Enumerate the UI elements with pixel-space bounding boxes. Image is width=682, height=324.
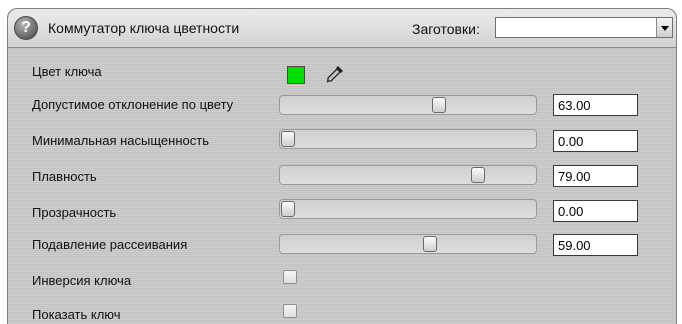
panel-title: Коммутатор ключа цветности	[48, 20, 240, 36]
slider-label-transparency: Прозрачность	[32, 205, 117, 220]
slider-color-tolerance[interactable]	[279, 95, 537, 115]
show-key-label: Показать ключ	[32, 307, 121, 322]
show-key-checkbox[interactable]	[283, 304, 297, 318]
chroma-key-panel: ? Коммутатор ключа цветности Заготовки: …	[7, 8, 677, 324]
slider-transparency[interactable]	[279, 199, 537, 219]
slider-label-smoothness: Плавность	[32, 169, 97, 184]
presets-label: Заготовки:	[412, 21, 480, 37]
slider-thumb[interactable]	[422, 236, 437, 252]
slider-label-spill-suppression: Подавление рассеивания	[32, 237, 188, 252]
value-field-spill-suppression[interactable]	[553, 234, 638, 256]
slider-smoothness[interactable]	[279, 165, 537, 185]
key-color-swatch[interactable]	[287, 66, 305, 84]
slider-thumb[interactable]	[432, 97, 447, 113]
slider-thumb[interactable]	[281, 201, 295, 217]
question-mark-icon[interactable]: ?	[14, 16, 38, 40]
value-field-min-saturation[interactable]	[553, 130, 638, 152]
slider-label-color-tolerance: Допустимое отклонение по цвету	[32, 97, 234, 112]
value-field-color-tolerance[interactable]	[553, 94, 638, 116]
slider-thumb[interactable]	[470, 167, 485, 183]
eyedropper-icon[interactable]	[325, 64, 345, 84]
invert-key-label: Инверсия ключа	[32, 273, 132, 288]
slider-min-saturation[interactable]	[279, 129, 537, 149]
slider-spill-suppression[interactable]	[279, 234, 537, 254]
invert-key-checkbox[interactable]	[283, 270, 297, 284]
value-field-transparency[interactable]	[553, 200, 638, 222]
presets-dropdown[interactable]	[495, 17, 673, 38]
key-color-label: Цвет ключа	[32, 64, 102, 79]
value-field-smoothness[interactable]	[553, 165, 638, 187]
panel-header: ? Коммутатор ключа цветности Заготовки:	[8, 9, 676, 48]
chevron-down-icon[interactable]	[656, 18, 672, 37]
slider-thumb[interactable]	[281, 131, 295, 147]
slider-label-min-saturation: Минимальная насыщенность	[32, 133, 209, 148]
